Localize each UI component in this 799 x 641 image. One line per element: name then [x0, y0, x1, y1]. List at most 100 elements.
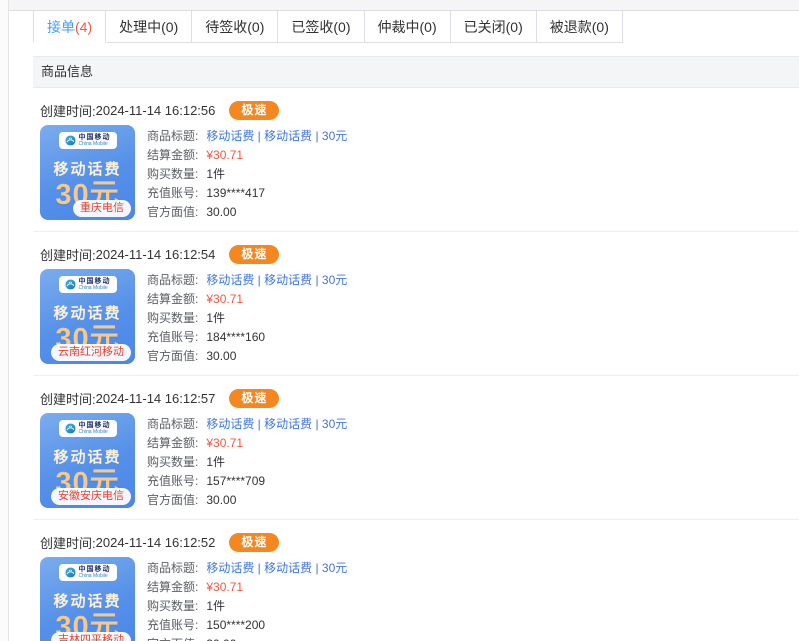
qty-label: 购买数量:: [147, 597, 198, 616]
china-mobile-logo-text: 中国移动 China Mobile: [79, 278, 111, 291]
account-label: 充值账号:: [147, 616, 198, 635]
tab-count: (0): [592, 19, 609, 35]
region-tag: 安徽安庆电信: [51, 488, 131, 505]
settlement-amount: ¥30.71: [206, 290, 243, 309]
account-label: 充值账号:: [147, 328, 198, 347]
title-label: 商品标题:: [147, 559, 198, 578]
recharge-account: 157****709: [206, 472, 265, 491]
tab-processing[interactable]: 处理中(0): [105, 10, 192, 43]
tab-label: 被退款: [550, 19, 592, 35]
china-mobile-logo: 中国移动 China Mobile: [59, 132, 117, 149]
detail-row-account: 充值账号: 157****709: [147, 472, 347, 491]
product-title-link[interactable]: 移动话费 | 移动话费 | 30元: [206, 271, 347, 290]
product-name: 移动话费: [40, 158, 135, 179]
order-card: 创建时间:2024-11-14 16:12:52 极速 中国移动: [33, 520, 799, 641]
china-mobile-logo-text: 中国移动 China Mobile: [79, 134, 111, 147]
face-label: 官方面值:: [147, 635, 198, 641]
detail-row-qty: 购买数量: 1件: [147, 309, 347, 328]
order-card: 创建时间:2024-11-14 16:12:57 极速 中国移动: [33, 376, 799, 520]
tab-arbitration[interactable]: 仲裁中(0): [364, 10, 451, 43]
detail-row-title: 商品标题: 移动话费 | 移动话费 | 30元: [147, 415, 347, 434]
speed-badge: 极速: [229, 533, 279, 552]
product-image[interactable]: 中国移动 China Mobile 移动话费 30元 重庆电信: [40, 125, 135, 220]
tab-pending-receipt[interactable]: 待签收(0): [191, 10, 278, 43]
detail-row-face: 官方面值: 30.00: [147, 347, 347, 366]
qty-label: 购买数量:: [147, 453, 198, 472]
title-label: 商品标题:: [147, 415, 198, 434]
operator-name-en: China Mobile: [79, 574, 111, 580]
order-details: 商品标题: 移动话费 | 移动话费 | 30元 结算金额: ¥30.71 购买数…: [147, 415, 347, 510]
order-details: 商品标题: 移动话费 | 移动话费 | 30元 结算金额: ¥30.71 购买数…: [147, 127, 347, 222]
tab-count: (0): [506, 19, 523, 35]
china-mobile-logo-text: 中国移动 China Mobile: [79, 566, 111, 579]
face-value: 30.00: [206, 635, 236, 641]
tab-signed[interactable]: 已签收(0): [277, 10, 364, 43]
detail-row-title: 商品标题: 移动话费 | 移动话费 | 30元: [147, 127, 347, 146]
recharge-account: 139****417: [206, 184, 265, 203]
region-tag: 吉林四平移动: [51, 632, 131, 641]
operator-name-en: China Mobile: [79, 286, 111, 292]
detail-row-face: 官方面值: 30.00: [147, 491, 347, 510]
created-label: 创建时间:: [40, 101, 96, 120]
detail-row-amount: 结算金额: ¥30.71: [147, 146, 347, 165]
tab-refunded[interactable]: 被退款(0): [536, 10, 623, 43]
purchase-qty: 1件: [206, 165, 225, 184]
created-label: 创建时间:: [40, 533, 96, 552]
detail-row-account: 充值账号: 184****160: [147, 328, 347, 347]
tab-receive-orders[interactable]: 接单(4): [33, 10, 106, 43]
order-card: 创建时间:2024-11-14 16:12:54 极速 中国移动: [33, 232, 799, 376]
detail-row-title: 商品标题: 移动话费 | 移动话费 | 30元: [147, 271, 347, 290]
operator-name-en: China Mobile: [79, 430, 111, 436]
tab-count: (0): [333, 19, 350, 35]
order-created-row: 创建时间:2024-11-14 16:12:57 极速: [40, 388, 799, 408]
title-label: 商品标题:: [147, 271, 198, 290]
china-mobile-logo-icon: [65, 567, 76, 578]
product-title-link[interactable]: 移动话费 | 移动话费 | 30元: [206, 127, 347, 146]
detail-row-qty: 购买数量: 1件: [147, 597, 347, 616]
order-card-body: 中国移动 China Mobile 移动话费 30元 重庆电信 商品标题: 移动…: [40, 125, 799, 222]
account-label: 充值账号:: [147, 184, 198, 203]
product-image[interactable]: 中国移动 China Mobile 移动话费 30元 吉林四平移动: [40, 557, 135, 641]
order-details: 商品标题: 移动话费 | 移动话费 | 30元 结算金额: ¥30.71 购买数…: [147, 271, 347, 366]
detail-row-title: 商品标题: 移动话费 | 移动话费 | 30元: [147, 559, 347, 578]
orders-panel: 商品信息 创建时间:2024-11-14 16:12:56 极速: [33, 56, 799, 641]
order-created-row: 创建时间:2024-11-14 16:12:56 极速: [40, 100, 799, 120]
settlement-amount: ¥30.71: [206, 146, 243, 165]
speed-badge: 极速: [229, 245, 279, 264]
qty-label: 购买数量:: [147, 165, 198, 184]
detail-row-face: 官方面值: 30.00: [147, 635, 347, 641]
tab-label: 待签收: [205, 19, 247, 35]
created-time: 2024-11-14 16:12:56: [96, 103, 216, 118]
face-value: 30.00: [206, 203, 236, 222]
tab-label: 已关闭: [464, 19, 506, 35]
amount-label: 结算金额:: [147, 290, 198, 309]
face-value: 30.00: [206, 491, 236, 510]
settlement-amount: ¥30.71: [206, 578, 243, 597]
china-mobile-logo-icon: [65, 135, 76, 146]
face-label: 官方面值:: [147, 347, 198, 366]
qty-label: 购买数量:: [147, 309, 198, 328]
china-mobile-logo-icon: [65, 279, 76, 290]
purchase-qty: 1件: [206, 453, 225, 472]
tab-label: 接单: [47, 19, 75, 35]
product-image[interactable]: 中国移动 China Mobile 移动话费 30元 安徽安庆电信: [40, 413, 135, 508]
order-list-page: 接单(4) 处理中(0) 待签收(0) 已签收(0) 仲裁中(0) 已关闭(0)…: [0, 0, 799, 641]
china-mobile-logo-icon: [65, 423, 76, 434]
product-image[interactable]: 中国移动 China Mobile 移动话费 30元 云南红河移动: [40, 269, 135, 364]
china-mobile-logo: 中国移动 China Mobile: [59, 420, 117, 437]
tab-count: (0): [161, 19, 178, 35]
order-details: 商品标题: 移动话费 | 移动话费 | 30元 结算金额: ¥30.71 购买数…: [147, 559, 347, 641]
face-value: 30.00: [206, 347, 236, 366]
product-title-link[interactable]: 移动话费 | 移动话费 | 30元: [206, 415, 347, 434]
tab-count: (0): [420, 19, 437, 35]
order-card-body: 中国移动 China Mobile 移动话费 30元 云南红河移动 商品标题: …: [40, 269, 799, 366]
tab-label: 已签收: [291, 19, 333, 35]
order-card-body: 中国移动 China Mobile 移动话费 30元 安徽安庆电信 商品标题: …: [40, 413, 799, 510]
order-created-row: 创建时间:2024-11-14 16:12:54 极速: [40, 244, 799, 264]
detail-row-amount: 结算金额: ¥30.71: [147, 434, 347, 453]
order-card-list: 创建时间:2024-11-14 16:12:56 极速 中国移动: [33, 88, 799, 641]
product-title-link[interactable]: 移动话费 | 移动话费 | 30元: [206, 559, 347, 578]
speed-badge: 极速: [229, 389, 279, 408]
tab-closed[interactable]: 已关闭(0): [450, 10, 537, 43]
face-label: 官方面值:: [147, 203, 198, 222]
